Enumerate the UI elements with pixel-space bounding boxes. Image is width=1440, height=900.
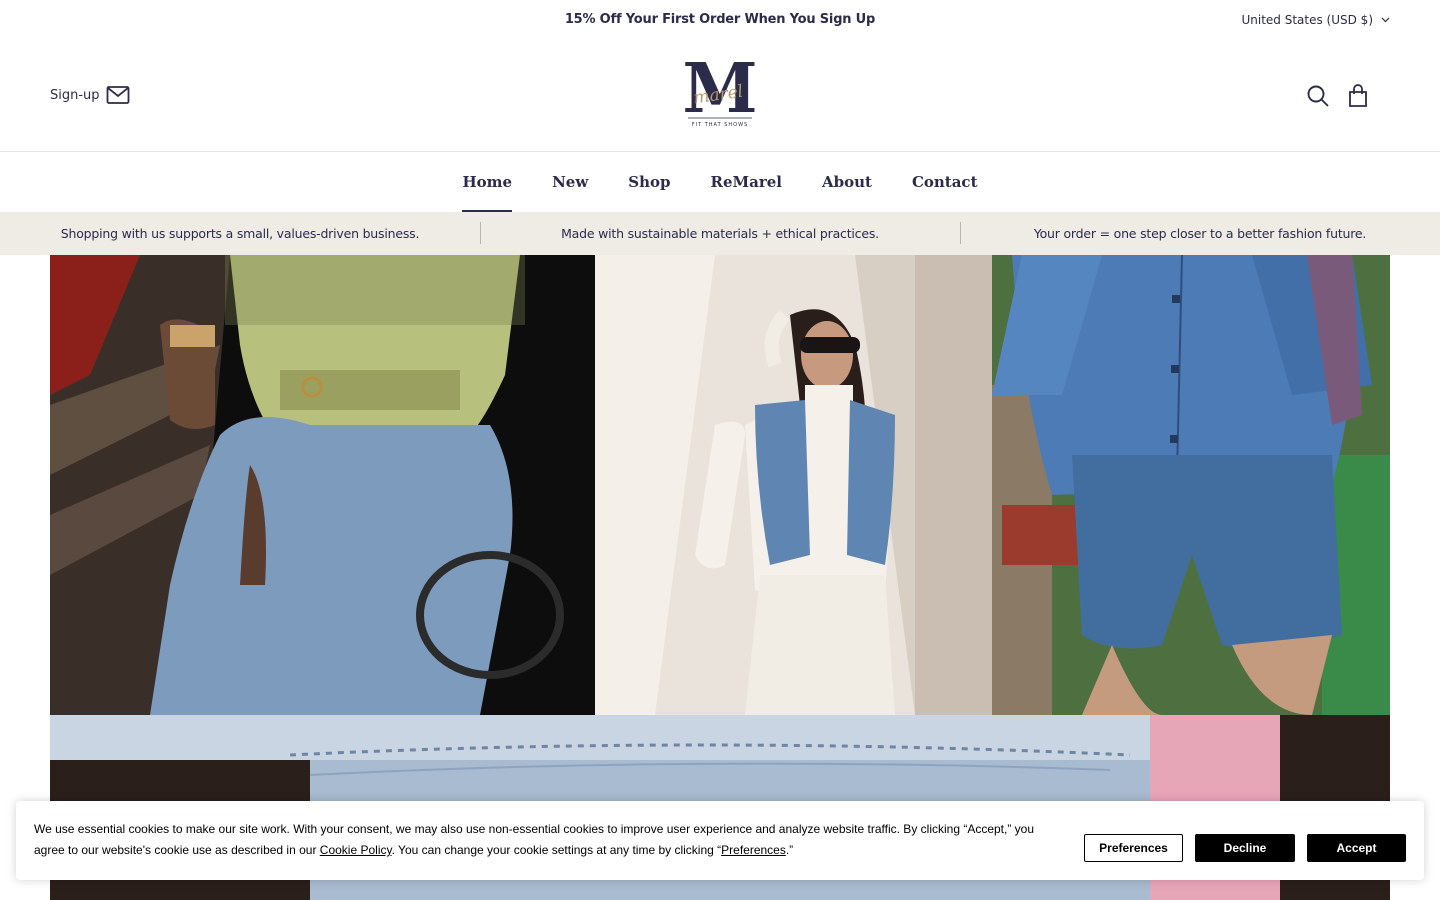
cookie-policy-link[interactable]: Cookie Policy	[320, 843, 392, 857]
decline-button[interactable]: Decline	[1195, 834, 1295, 862]
nav-new[interactable]: New	[552, 153, 588, 212]
value-statement: Made with sustainable materials + ethica…	[480, 222, 960, 244]
announcement-text: 15% Off Your First Order When You Sign U…	[564, 12, 876, 27]
accept-button[interactable]: Accept	[1307, 834, 1406, 862]
signup-label: Sign-up	[50, 87, 100, 103]
values-bar: Shopping with us supports a small, value…	[0, 212, 1440, 255]
signup-link[interactable]: Sign-up	[50, 85, 130, 105]
cookie-text-3: .”	[785, 843, 794, 857]
value-statement: Shopping with us supports a small, value…	[60, 226, 420, 241]
bag-icon[interactable]	[1346, 84, 1370, 108]
photo-denim-vest-sunglasses[interactable]	[595, 255, 992, 715]
nav-contact[interactable]: Contact	[912, 153, 978, 212]
photo-denim-shirt-shorts[interactable]	[992, 255, 1390, 715]
brand-logo[interactable]: M marel FIT THAT SHOWS	[682, 58, 758, 132]
cookie-preferences-link[interactable]: Preferences	[721, 843, 786, 857]
photo-green-top-denim-skirt[interactable]	[50, 255, 595, 715]
nav-shop[interactable]: Shop	[628, 153, 670, 212]
cookie-text-2: . You can change your cookie settings at…	[391, 843, 722, 857]
announcement-bar: 15% Off Your First Order When You Sign U…	[0, 0, 1440, 40]
logo-tagline: FIT THAT SHOWS	[692, 122, 748, 128]
mail-icon	[106, 86, 129, 104]
currency-selector[interactable]: United States (USD $)	[1241, 13, 1390, 27]
cookie-message: We use essential cookies to make our sit…	[34, 819, 1054, 861]
chevron-down-icon	[1381, 17, 1390, 23]
nav-remarel[interactable]: ReMarel	[710, 153, 781, 212]
site-header: Sign-up M marel FIT THAT SHOWS	[0, 40, 1440, 152]
nav-about[interactable]: About	[822, 153, 872, 212]
currency-label: United States (USD $)	[1241, 13, 1373, 27]
nav-home[interactable]: Home	[462, 153, 512, 212]
main-nav: Home New Shop ReMarel About Contact	[0, 153, 1440, 212]
header-actions	[1306, 84, 1370, 108]
search-icon[interactable]	[1306, 84, 1330, 108]
value-statement: Your order = one step closer to a better…	[960, 222, 1440, 244]
preferences-button[interactable]: Preferences	[1084, 834, 1183, 862]
cookie-banner: We use essential cookies to make our sit…	[16, 801, 1424, 880]
